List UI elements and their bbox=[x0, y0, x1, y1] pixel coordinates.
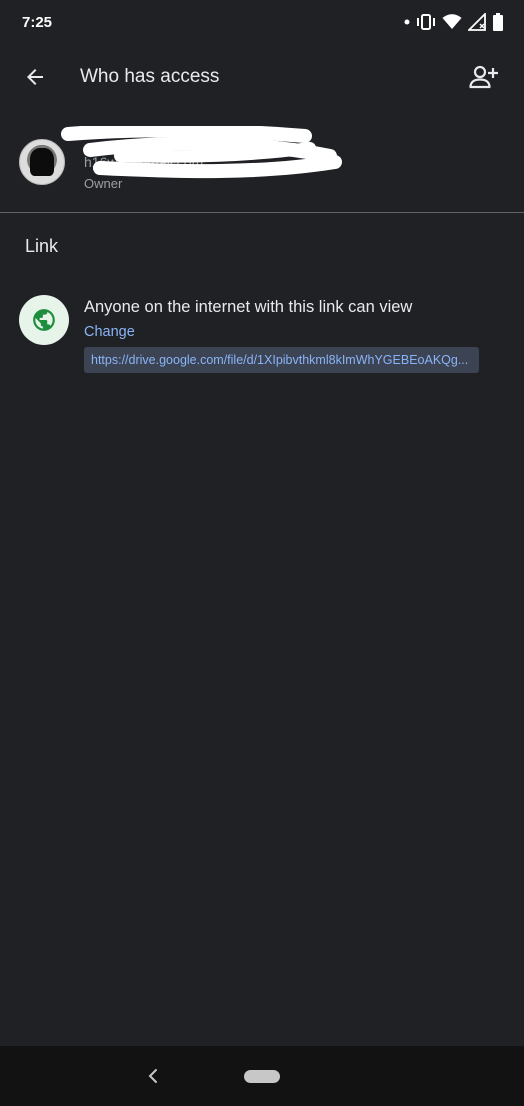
owner-row[interactable]: h16wa@gmail.com Owner bbox=[0, 124, 524, 204]
link-access-description: Anyone on the internet with this link ca… bbox=[84, 298, 413, 316]
navigation-bar bbox=[0, 1046, 524, 1106]
wifi-icon bbox=[442, 14, 462, 29]
chevron-left-icon bbox=[148, 1069, 157, 1083]
link-url-text: https://drive.google.com/file/d/1XIpibvt… bbox=[91, 353, 469, 367]
status-icons bbox=[404, 13, 504, 31]
person-add-icon bbox=[469, 65, 498, 89]
link-row: Anyone on the internet with this link ca… bbox=[0, 290, 524, 390]
globe-badge bbox=[19, 295, 69, 345]
owner-role: Owner bbox=[84, 176, 123, 191]
avatar-figure bbox=[30, 148, 54, 176]
app-bar: Who has access bbox=[0, 46, 524, 108]
notification-dot-icon bbox=[404, 19, 410, 25]
vibrate-icon bbox=[417, 14, 435, 30]
back-button[interactable] bbox=[14, 56, 56, 98]
status-bar: 7:25 bbox=[0, 0, 524, 46]
nav-back-button[interactable] bbox=[141, 1064, 165, 1088]
status-time: 7:25 bbox=[22, 14, 53, 31]
link-url-field[interactable]: https://drive.google.com/file/d/1XIpibvt… bbox=[84, 347, 479, 373]
avatar bbox=[19, 139, 65, 185]
arrow-back-icon bbox=[27, 69, 43, 85]
add-people-button[interactable] bbox=[462, 56, 506, 98]
battery-icon bbox=[493, 13, 503, 31]
section-title-link: Link bbox=[25, 236, 59, 256]
owner-email: h16wa@gmail.com bbox=[84, 154, 204, 170]
globe-icon bbox=[33, 309, 55, 331]
cell-signal-icon bbox=[468, 13, 486, 31]
change-link-button[interactable]: Change bbox=[84, 324, 135, 340]
page-title: Who has access bbox=[80, 66, 220, 87]
nav-home-pill[interactable] bbox=[244, 1070, 280, 1083]
divider bbox=[0, 212, 524, 213]
